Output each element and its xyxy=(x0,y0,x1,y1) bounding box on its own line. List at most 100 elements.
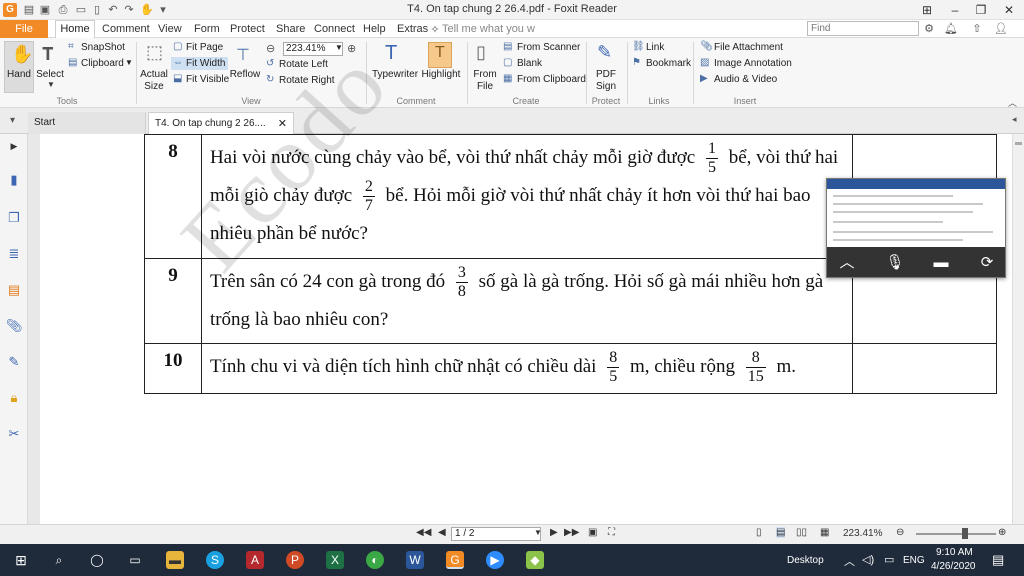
tab-share[interactable]: Share xyxy=(276,23,305,35)
continuous-facing-icon[interactable]: ▦ xyxy=(820,527,829,538)
account-icon[interactable]: 👤︎ xyxy=(994,22,1008,36)
facing-page-icon[interactable]: ▯▯ xyxy=(796,527,807,538)
tools-panel-icon[interactable]: ✂ xyxy=(6,426,22,442)
screen-share-preview[interactable]: ︿ 🎙︎ ▬ ⟳ xyxy=(826,178,1006,278)
single-page-icon[interactable]: ▯ xyxy=(756,527,762,538)
tab-start[interactable]: Start xyxy=(28,112,146,134)
language-indicator[interactable]: ENG xyxy=(903,555,925,566)
rotate-left-button[interactable]: Rotate Left xyxy=(279,59,328,70)
blank-button[interactable]: Blank xyxy=(517,58,542,69)
fit-page-button[interactable]: Fit Page xyxy=(186,42,223,53)
tab-home[interactable]: Home xyxy=(55,20,95,39)
zoom-slider[interactable] xyxy=(916,533,996,535)
from-scanner-button[interactable]: From Scanner xyxy=(517,42,580,53)
fit-width-button[interactable]: Fit Width xyxy=(186,58,225,69)
zoom-in-icon[interactable]: ⊕ xyxy=(347,42,356,55)
microphone-icon[interactable]: 🎙︎ xyxy=(885,253,905,273)
select-icon[interactable]: 𝐓 xyxy=(42,44,54,65)
tab-list-icon[interactable]: ▾ xyxy=(10,115,15,126)
signatures-panel-icon[interactable]: ✎ xyxy=(6,354,22,370)
fullscreen-icon[interactable]: ⛶ xyxy=(608,527,615,538)
tab-comment[interactable]: Comment xyxy=(102,23,150,35)
typewriter-button[interactable]: Typewriter xyxy=(370,69,420,81)
file-attachment-button[interactable]: File Attachment xyxy=(714,42,783,53)
rotate-right-button[interactable]: Rotate Right xyxy=(279,75,335,86)
clipboard-dropdown-icon[interactable]: ▼ xyxy=(125,58,133,67)
access-icon[interactable]: A xyxy=(246,551,264,569)
expand-panel-icon[interactable]: ▶ xyxy=(6,138,22,154)
search-icon[interactable]: ⌕ xyxy=(50,551,68,569)
bookmarks-panel-icon[interactable]: ▮ xyxy=(6,172,22,188)
tray-chevron-icon[interactable]: ︿ xyxy=(844,553,855,569)
tab-protect[interactable]: Protect xyxy=(230,23,265,35)
first-page-icon[interactable]: ◀◀ xyxy=(416,527,431,538)
share-icon[interactable]: ⟳ xyxy=(977,253,997,273)
reflow-button[interactable]: Reflow xyxy=(229,69,261,81)
ribbon-display-icon[interactable]: ⊞ xyxy=(912,0,942,20)
zoom-dropdown-icon[interactable]: ▼ xyxy=(335,43,343,52)
close-button[interactable]: ✕ xyxy=(994,0,1024,20)
link-button[interactable]: Link xyxy=(646,42,664,53)
tell-me-input[interactable]: Tell me what you w xyxy=(442,23,535,35)
close-tab-icon[interactable]: ✕ xyxy=(278,113,287,135)
camera-icon[interactable]: ▬ xyxy=(931,253,951,273)
windows-start-icon[interactable]: ⊞ xyxy=(12,551,30,569)
excel-icon[interactable]: X xyxy=(326,551,344,569)
notifications-icon[interactable]: ▤ xyxy=(992,552,1004,568)
page-number-input[interactable]: 1 / 2 xyxy=(451,527,541,541)
tab-document[interactable]: T4. On tap chung 2 26.... ✕ xyxy=(148,112,294,134)
zoom-out-icon[interactable]: ⊖ xyxy=(266,42,275,55)
snapshot-button[interactable]: SnapShot xyxy=(81,42,125,53)
page-dropdown-icon[interactable]: ▼ xyxy=(534,528,542,537)
page-view-icon[interactable]: ▣ xyxy=(588,527,597,538)
keyboard-icon[interactable]: ▭ xyxy=(884,553,894,566)
up-arrow-icon[interactable]: ⇧ xyxy=(970,22,984,36)
tab-view[interactable]: View xyxy=(158,23,182,35)
bluestacks-icon[interactable]: ◆ xyxy=(526,551,544,569)
pdf-sign-button[interactable]: PDF Sign xyxy=(590,69,622,93)
layers-panel-icon[interactable]: ≣ xyxy=(6,246,22,262)
pages-panel-icon[interactable]: ❐ xyxy=(6,210,22,226)
file-menu[interactable]: File xyxy=(0,20,48,38)
tab-connect[interactable]: Connect xyxy=(314,23,355,35)
status-zoom-in-icon[interactable]: ⊕ xyxy=(998,527,1006,538)
file-explorer-icon[interactable]: ▬ xyxy=(166,551,184,569)
tab-extras[interactable]: Extras xyxy=(397,23,428,35)
clipboard-button[interactable]: Clipboard xyxy=(81,58,124,69)
scrollbar-thumb[interactable] xyxy=(1015,142,1022,145)
from-clipboard-button[interactable]: From Clipboard xyxy=(517,74,586,85)
actual-size-button[interactable]: Actual Size xyxy=(138,69,170,93)
image-annotation-button[interactable]: Image Annotation xyxy=(714,58,792,69)
zoom-icon[interactable]: ▶ xyxy=(486,551,504,569)
powerpoint-icon[interactable]: P xyxy=(286,551,304,569)
zoom-slider-thumb[interactable] xyxy=(962,528,968,539)
tab-help[interactable]: Help xyxy=(363,23,386,35)
find-options-icon[interactable]: ⚙ xyxy=(922,22,936,36)
volume-icon[interactable]: ◁) xyxy=(862,553,874,566)
next-page-icon[interactable]: ▶ xyxy=(550,527,558,538)
clock-time[interactable]: 9:10 AM xyxy=(936,547,973,558)
find-input[interactable]: Find xyxy=(807,21,919,36)
skype-icon[interactable]: S xyxy=(206,551,224,569)
from-file-button[interactable]: From File xyxy=(470,69,500,93)
foxit-taskbar-icon[interactable]: G xyxy=(446,551,464,569)
continuous-page-icon[interactable]: ▤ xyxy=(776,527,786,538)
comments-panel-icon[interactable]: ▤ xyxy=(6,282,22,298)
vertical-scrollbar[interactable] xyxy=(1012,134,1024,524)
attachments-panel-icon[interactable]: 📎︎ xyxy=(6,318,23,334)
bookmark-button[interactable]: Bookmark xyxy=(646,58,691,69)
zoom-level-select[interactable]: 223.41% xyxy=(283,42,343,56)
security-panel-icon[interactable]: 🔒︎ xyxy=(6,390,22,406)
task-view-icon[interactable]: ▭ xyxy=(126,551,144,569)
audio-video-button[interactable]: Audio & Video xyxy=(714,74,777,85)
camtasia-icon[interactable]: ◐ xyxy=(366,551,384,569)
fit-visible-button[interactable]: Fit Visible xyxy=(186,74,229,85)
status-zoom-out-icon[interactable]: ⊖ xyxy=(896,527,904,538)
restore-button[interactable]: ❐ xyxy=(966,0,996,20)
clock-date[interactable]: 4/26/2020 xyxy=(931,561,976,572)
word-icon[interactable]: W xyxy=(406,551,424,569)
select-dropdown-icon[interactable]: ▼ xyxy=(47,80,55,89)
tab-form[interactable]: Form xyxy=(194,23,220,35)
highlight-button[interactable]: Highlight xyxy=(420,69,462,81)
last-page-icon[interactable]: ▶▶ xyxy=(564,527,579,538)
